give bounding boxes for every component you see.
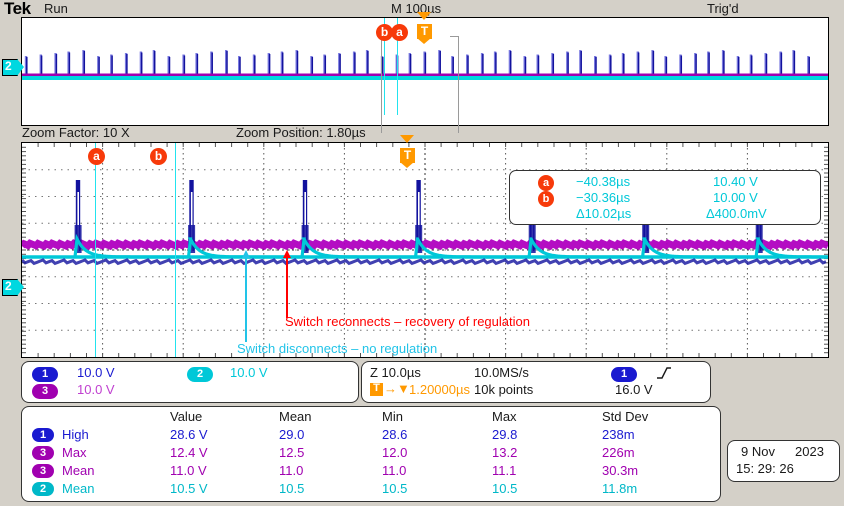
channel-2-ground-marker-overview[interactable]: 2 — [2, 59, 24, 76]
measurement-row-3-name: Mean — [62, 481, 95, 496]
date-label: 9 Nov — [741, 444, 775, 459]
marker-tip — [17, 279, 24, 296]
readout-delta-time: Δ10.02µs — [576, 206, 631, 223]
readout-b-volts: 10.00 V — [713, 190, 758, 207]
zoom-info-strip: Zoom Factor: 10 X Zoom Position: 1.80µs — [0, 126, 844, 141]
channel-2-ground-marker-zoom[interactable]: 2 — [2, 279, 24, 296]
cursor-readout-box[interactable]: a −40.38µs 10.40 V b −30.36µs 10.00 V Δ1… — [509, 170, 821, 225]
delay-trigger-icon-label: T — [370, 382, 383, 395]
readout-a-time: −40.38µs — [576, 174, 630, 191]
datetime-box: 9 Nov 2023 15: 29: 26 — [727, 440, 840, 482]
trigger-state-label: Trig'd — [707, 1, 739, 16]
trigger-marker-label: T — [417, 24, 432, 39]
reconnect-arrow-shaft — [286, 256, 288, 318]
zoom-scale-value[interactable]: Z 10.0µs — [370, 365, 421, 380]
measurement-row-0-stddev: 238m — [602, 427, 635, 442]
trigger-position-arrow-overview — [417, 12, 431, 20]
trigger-marker-overview[interactable]: T — [417, 24, 432, 44]
measurement-row-1-stddev: 226m — [602, 445, 635, 460]
marker-tip — [17, 59, 24, 76]
trigger-level-value[interactable]: 16.0 V — [615, 382, 653, 397]
column-header-stddev: Std Dev — [602, 409, 648, 424]
measurement-row-3-value: 10.5 V — [170, 481, 208, 496]
delay-arrow-icon: →▼ — [384, 381, 410, 396]
measurement-row-3-channel-pill[interactable]: 2 — [32, 482, 54, 496]
time-label: 15: 29: 26 — [736, 461, 794, 476]
measurement-row-2-min: 11.0 — [382, 463, 406, 478]
zoom-bracket-left — [381, 36, 382, 133]
measurement-row-1-mean: 12.5 — [279, 445, 304, 460]
measurement-row-2-channel-pill[interactable]: 3 — [32, 464, 54, 478]
measurement-row-0-value: 28.6 V — [170, 427, 208, 442]
trigger-source-pill[interactable]: 1 — [611, 367, 637, 382]
measurement-row-0-mean: 29.0 — [279, 427, 304, 442]
measurement-row-2-name: Mean — [62, 463, 95, 478]
measurement-row-1-max: 13.2 — [492, 445, 517, 460]
cursor-b-line-zoom[interactable] — [175, 143, 176, 357]
channel-settings-bar[interactable]: 1 10.0 V 2 10.0 V 3 10.0 V — [21, 361, 359, 403]
readout-badge-a: a — [538, 175, 554, 191]
readout-b-time: −30.36µs — [576, 190, 630, 207]
column-header-min: Min — [382, 409, 403, 424]
marker-label: 2 — [5, 59, 12, 73]
measurement-row-2-value: 11.0 V — [170, 463, 207, 478]
measurement-row-1-channel-pill[interactable]: 3 — [32, 446, 54, 460]
measurement-row-2-mean: 11.0 — [279, 463, 303, 478]
record-length-value: 10k points — [474, 382, 533, 397]
measurement-row-1-name: Max — [62, 445, 87, 460]
run-state-label: Run — [44, 1, 68, 16]
disconnect-arrow-shaft — [245, 256, 247, 342]
channel-2-scale[interactable]: 10.0 V — [230, 365, 268, 380]
channel-2-pill[interactable]: 2 — [187, 367, 213, 382]
zoom-position-label[interactable]: Zoom Position: 1.80µs — [236, 125, 366, 140]
marker-label: 2 — [5, 279, 12, 293]
year-label: 2023 — [795, 444, 824, 459]
annotation-reconnect: Switch reconnects – recovery of regulati… — [285, 314, 530, 329]
measurement-row-1-min: 12.0 — [382, 445, 407, 460]
cursor-a-badge-zoom[interactable]: a — [88, 148, 105, 165]
annotation-disconnect: Switch disconnects – no regulation — [237, 341, 437, 356]
horizontal-trigger-bar[interactable]: Z 10.0µs 10.0MS/s 1 T →▼ 1.20000µs 10k p… — [361, 361, 711, 403]
column-header-value: Value — [170, 409, 202, 424]
measurement-row-0-channel-pill[interactable]: 1 — [32, 428, 54, 442]
readout-delta-volts: Δ400.0mV — [706, 206, 767, 223]
disconnect-arrow-head — [242, 250, 250, 258]
trigger-position-arrow-zoom — [400, 135, 414, 143]
measurement-row-0-name: High — [62, 427, 89, 442]
measurement-row-0-min: 28.6 — [382, 427, 407, 442]
delay-value[interactable]: 1.20000µs — [409, 382, 470, 397]
zoom-factor-label[interactable]: Zoom Factor: 10 X — [22, 125, 130, 140]
column-header-max: Max — [492, 409, 517, 424]
reconnect-arrow-head — [283, 250, 291, 258]
oscilloscope-screen: Tek Run M 100µs Trig'd 2 b a T Zoom Fact… — [0, 0, 844, 506]
channel-1-pill[interactable]: 1 — [32, 367, 58, 382]
sample-rate-value: 10.0MS/s — [474, 365, 529, 380]
channel-1-scale[interactable]: 10.0 V — [77, 365, 115, 380]
measurement-row-1-value: 12.4 V — [170, 445, 208, 460]
measurement-row-3-min: 10.5 — [382, 481, 407, 496]
rising-edge-icon — [656, 366, 672, 380]
trigger-marker-zoom[interactable]: T — [400, 148, 415, 168]
readout-badge-b: b — [538, 191, 554, 207]
measurement-row-2-max: 11.1 — [492, 463, 516, 478]
delay-trigger-icon: T — [370, 383, 383, 396]
trigger-marker-label: T — [400, 148, 415, 163]
readout-a-volts: 10.40 V — [713, 174, 758, 191]
measurement-row-3-stddev: 11.8m — [602, 481, 637, 496]
column-header-mean: Mean — [279, 409, 312, 424]
zoom-bracket-top-right — [450, 36, 459, 37]
zoom-bracket-right — [458, 36, 459, 133]
measurement-table[interactable]: Value Mean Min Max Std Dev 1 High 28.6 V 29… — [21, 406, 721, 502]
measurement-row-3-mean: 10.5 — [279, 481, 304, 496]
cursor-b-badge-zoom[interactable]: b — [150, 148, 167, 165]
measurement-row-3-max: 10.5 — [492, 481, 517, 496]
measurement-row-0-max: 29.8 — [492, 427, 517, 442]
cursor-a-badge-overview[interactable]: a — [391, 24, 408, 41]
channel-3-pill[interactable]: 3 — [32, 384, 58, 399]
measurement-row-2-stddev: 30.3m — [602, 463, 638, 478]
cursor-a-line-zoom[interactable] — [95, 143, 96, 357]
channel-3-scale[interactable]: 10.0 V — [77, 382, 115, 397]
